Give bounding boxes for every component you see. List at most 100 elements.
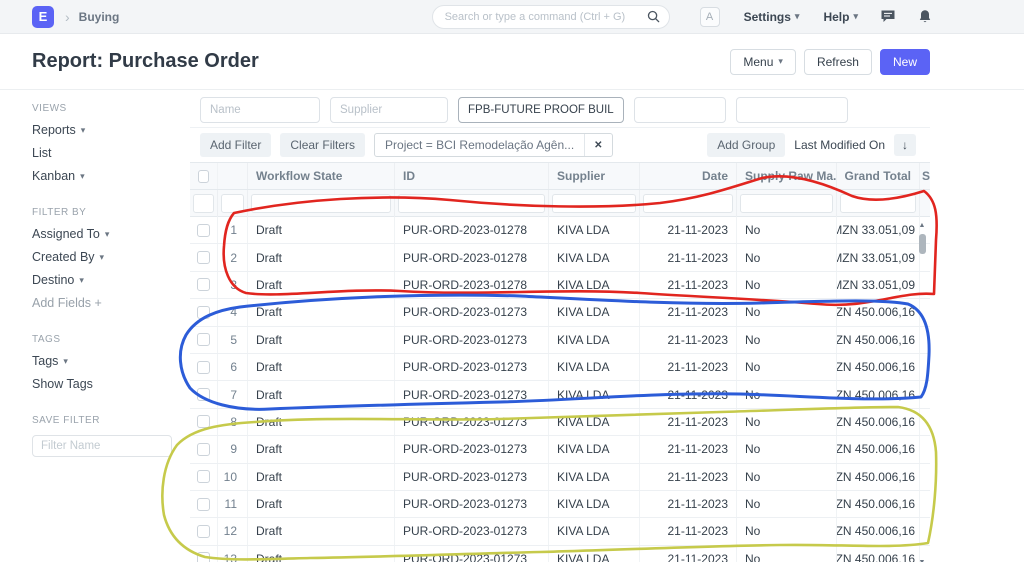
filter-chip-project[interactable]: Project = BCI Remodelação Agên... ✕ [374, 133, 613, 157]
breadcrumb-buying[interactable]: Buying [79, 10, 120, 24]
table-row[interactable]: 13 Draft PUR-ORD-2023-01273 KIVA LDA 21-… [190, 545, 930, 562]
table-row[interactable]: 4 Draft PUR-ORD-2023-01273 KIVA LDA 21-1… [190, 299, 930, 327]
sidebar-item-assigned-to[interactable]: Assigned To ▾ [32, 227, 190, 242]
table-row[interactable]: 2 Draft PUR-ORD-2023-01278 KIVA LDA 21-1… [190, 244, 930, 272]
cell-id[interactable]: PUR-ORD-2023-01278 [395, 271, 549, 299]
select-all-checkbox[interactable] [198, 169, 209, 183]
row-number: 1 [218, 217, 248, 244]
sort-field-label[interactable]: Last Modified On [794, 138, 885, 152]
inline-filter-box[interactable] [221, 194, 244, 213]
notifications-bell-icon[interactable] [918, 9, 932, 24]
row-checkbox[interactable] [197, 223, 210, 237]
scroll-up-icon[interactable]: ▲ [919, 222, 926, 230]
sidebar-item-destino[interactable]: Destino ▾ [32, 273, 190, 288]
cell-id[interactable]: PUR-ORD-2023-01273 [395, 353, 549, 381]
column-header-workflow-state[interactable]: Workflow State [248, 163, 395, 189]
column-header-date[interactable]: Date [640, 163, 737, 189]
inline-filter-box[interactable] [840, 194, 916, 213]
avatar[interactable]: A [699, 6, 720, 27]
column-header-grand-total[interactable]: Grand Total [837, 163, 920, 189]
table-row[interactable]: 1 Draft PUR-ORD-2023-01278 KIVA LDA 21-1… [190, 217, 930, 245]
cell-id[interactable]: PUR-ORD-2023-01278 [395, 217, 549, 244]
cell-id[interactable]: PUR-ORD-2023-01273 [395, 326, 549, 353]
cell-workflow-state: Draft [248, 381, 395, 408]
table-row[interactable]: 5 Draft PUR-ORD-2023-01273 KIVA LDA 21-1… [190, 326, 930, 354]
row-checkbox[interactable] [197, 442, 210, 456]
inline-filter-box[interactable] [740, 194, 833, 213]
cell-id[interactable]: PUR-ORD-2023-01273 [395, 299, 549, 326]
clear-filters-button[interactable]: Clear Filters [280, 133, 366, 157]
row-number: 4 [218, 299, 248, 326]
row-checkbox[interactable] [197, 251, 210, 265]
row-checkbox[interactable] [197, 305, 210, 319]
row-checkbox[interactable] [197, 333, 210, 347]
filter-name-input[interactable] [32, 435, 172, 457]
scrollbar-thumb[interactable] [918, 234, 926, 254]
table-row[interactable]: 10 Draft PUR-ORD-2023-01273 KIVA LDA 21-… [190, 463, 930, 491]
sidebar-item-created-by[interactable]: Created By ▾ [32, 250, 190, 265]
global-search[interactable] [431, 4, 670, 29]
menu-button[interactable]: Menu ▾ [730, 48, 796, 75]
table-filter-subrow [190, 190, 930, 217]
close-icon[interactable]: ✕ [584, 134, 611, 156]
sort-direction-button[interactable]: ↓ [894, 134, 916, 156]
cell-id[interactable]: PUR-ORD-2023-01273 [395, 436, 549, 463]
cell-grand-total: MZN 450.006,16 [837, 353, 920, 381]
cell-id[interactable]: PUR-ORD-2023-01273 [395, 408, 549, 436]
sidebar-item-reports[interactable]: Reports ▾ [32, 123, 190, 138]
cell-id[interactable]: PUR-ORD-2023-01273 [395, 490, 549, 518]
cell-id[interactable]: PUR-ORD-2023-01273 [395, 463, 549, 490]
table-row[interactable]: 6 Draft PUR-ORD-2023-01273 KIVA LDA 21-1… [190, 353, 930, 382]
row-checkbox[interactable] [197, 360, 210, 374]
sidebar-item-tags[interactable]: Tags ▾ [32, 354, 190, 369]
inline-filter-box[interactable] [193, 194, 214, 213]
table-row[interactable]: 11 Draft PUR-ORD-2023-01273 KIVA LDA 21-… [190, 490, 930, 519]
table-row[interactable]: 9 Draft PUR-ORD-2023-01273 KIVA LDA 21-1… [190, 436, 930, 464]
cell-id[interactable]: PUR-ORD-2023-01278 [395, 244, 549, 271]
cell-date: 21-11-2023 [640, 326, 737, 353]
table-scrollbar[interactable]: ▲ [917, 222, 927, 254]
add-group-button[interactable]: Add Group [707, 133, 786, 157]
app-logo[interactable]: E [32, 5, 54, 28]
sidebar-item-show-tags[interactable]: Show Tags [32, 377, 190, 392]
table-row[interactable]: 8 Draft PUR-ORD-2023-01273 KIVA LDA 21-1… [190, 408, 930, 437]
inline-filter-box[interactable] [552, 194, 636, 213]
filter-input-4[interactable] [634, 97, 726, 123]
new-button[interactable]: New [879, 48, 930, 75]
cell-id[interactable]: PUR-ORD-2023-01273 [395, 545, 549, 562]
column-header-supply-raw-material[interactable]: Supply Raw Ma... [737, 163, 837, 189]
inline-filter-box[interactable] [643, 194, 733, 213]
row-checkbox[interactable] [197, 552, 210, 562]
search-input[interactable] [444, 10, 647, 23]
row-checkbox[interactable] [197, 524, 210, 538]
sidebar-item-kanban[interactable]: Kanban ▾ [32, 169, 190, 184]
cell-supplier: KIVA LDA [549, 244, 640, 271]
settings-menu[interactable]: Settings ▾ [744, 10, 800, 24]
add-filter-button[interactable]: Add Filter [200, 133, 272, 157]
column-header-id[interactable]: ID [395, 163, 549, 189]
chat-icon[interactable] [880, 9, 896, 24]
scroll-down-icon[interactable]: ▼ [919, 559, 926, 562]
column-header-supplier[interactable]: Supplier [549, 163, 640, 189]
row-checkbox[interactable] [197, 470, 210, 484]
table-row[interactable]: 12 Draft PUR-ORD-2023-01273 KIVA LDA 21-… [190, 518, 930, 546]
table-row[interactable]: 3 Draft PUR-ORD-2023-01278 KIVA LDA 21-1… [190, 271, 930, 300]
inline-filter-box[interactable] [251, 194, 391, 213]
cell-id[interactable]: PUR-ORD-2023-01273 [395, 381, 549, 408]
row-checkbox[interactable] [197, 497, 210, 511]
supplier-filter-input[interactable] [330, 97, 448, 123]
refresh-button[interactable]: Refresh [803, 48, 872, 75]
inline-filter-box[interactable] [398, 194, 545, 213]
row-checkbox[interactable] [197, 388, 210, 402]
name-filter-input[interactable] [200, 97, 320, 123]
row-checkbox[interactable] [197, 278, 210, 292]
cell-id[interactable]: PUR-ORD-2023-01273 [395, 518, 549, 545]
sidebar-add-fields[interactable]: Add Fields + [32, 296, 190, 311]
table-row[interactable]: 7 Draft PUR-ORD-2023-01273 KIVA LDA 21-1… [190, 381, 930, 409]
sidebar-item-list[interactable]: List [32, 146, 190, 161]
project-filter-input[interactable] [458, 97, 624, 123]
row-checkbox[interactable] [197, 415, 210, 429]
column-header-status-partial[interactable]: S [920, 163, 930, 189]
filter-input-5[interactable] [736, 97, 848, 123]
help-menu[interactable]: Help ▾ [823, 10, 858, 24]
